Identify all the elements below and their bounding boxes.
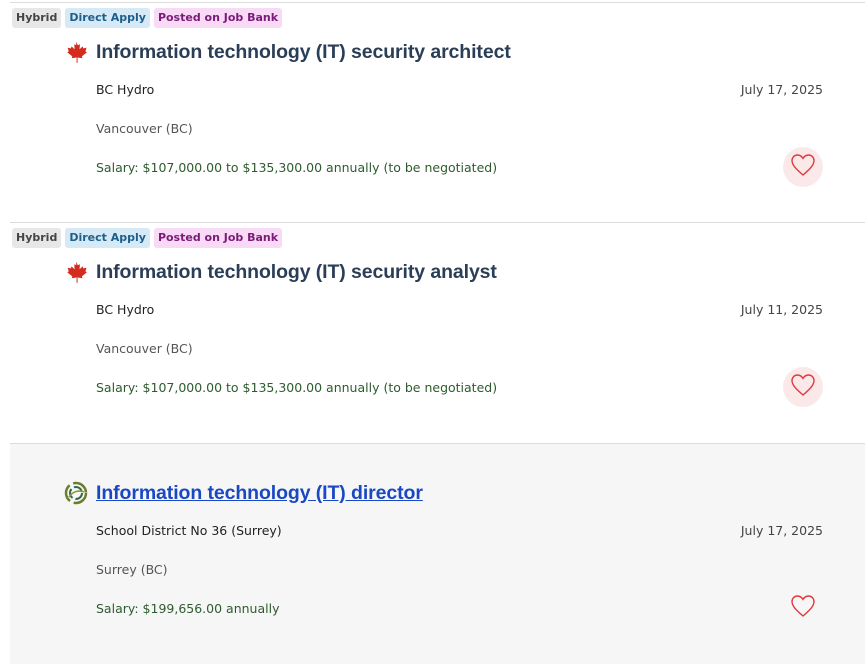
employer-name: BC Hydro bbox=[96, 82, 155, 97]
hybrid-badge: Hybrid bbox=[12, 228, 62, 248]
job-location: Vancouver (BC) bbox=[96, 341, 193, 356]
heart-icon bbox=[790, 373, 816, 401]
badge-row: Hybrid Direct Apply Posted on Job Bank bbox=[12, 8, 283, 28]
favorite-button[interactable] bbox=[783, 367, 823, 407]
job-location: Vancouver (BC) bbox=[96, 121, 193, 136]
employer-name: School District No 36 (Surrey) bbox=[96, 523, 282, 538]
posting-date: July 17, 2025 bbox=[740, 82, 823, 97]
direct-apply-badge: Direct Apply bbox=[65, 8, 150, 28]
job-card: Information technology (IT) director Sch… bbox=[10, 443, 865, 664]
favorite-button[interactable] bbox=[783, 588, 823, 628]
posted-on-job-bank-badge: Posted on Job Bank bbox=[153, 228, 283, 248]
job-card: Hybrid Direct Apply Posted on Job Bank I… bbox=[10, 2, 865, 222]
job-card: Hybrid Direct Apply Posted on Job Bank I… bbox=[10, 222, 865, 442]
job-title-link[interactable]: Information technology (IT) security ana… bbox=[96, 261, 497, 284]
posting-date: July 11, 2025 bbox=[740, 302, 823, 317]
hybrid-badge: Hybrid bbox=[12, 8, 62, 28]
school-district-logo bbox=[63, 480, 89, 506]
favorite-button[interactable] bbox=[783, 147, 823, 187]
job-salary: Salary: $199,656.00 annually bbox=[96, 601, 280, 616]
employer-name: BC Hydro bbox=[96, 302, 155, 317]
job-location: Surrey (BC) bbox=[96, 562, 168, 577]
heart-icon bbox=[790, 153, 816, 181]
job-title-link[interactable]: Information technology (IT) director bbox=[96, 482, 423, 505]
maple-leaf-icon bbox=[63, 40, 89, 66]
badge-row: Hybrid Direct Apply Posted on Job Bank bbox=[12, 228, 283, 248]
job-salary: Salary: $107,000.00 to $135,300.00 annua… bbox=[96, 380, 498, 395]
posting-date: July 17, 2025 bbox=[740, 523, 823, 538]
maple-leaf-icon bbox=[63, 260, 89, 286]
job-title-link[interactable]: Information technology (IT) security arc… bbox=[96, 41, 511, 64]
heart-icon bbox=[790, 594, 816, 622]
posted-on-job-bank-badge: Posted on Job Bank bbox=[153, 8, 283, 28]
direct-apply-badge: Direct Apply bbox=[65, 228, 150, 248]
job-salary: Salary: $107,000.00 to $135,300.00 annua… bbox=[96, 160, 498, 175]
